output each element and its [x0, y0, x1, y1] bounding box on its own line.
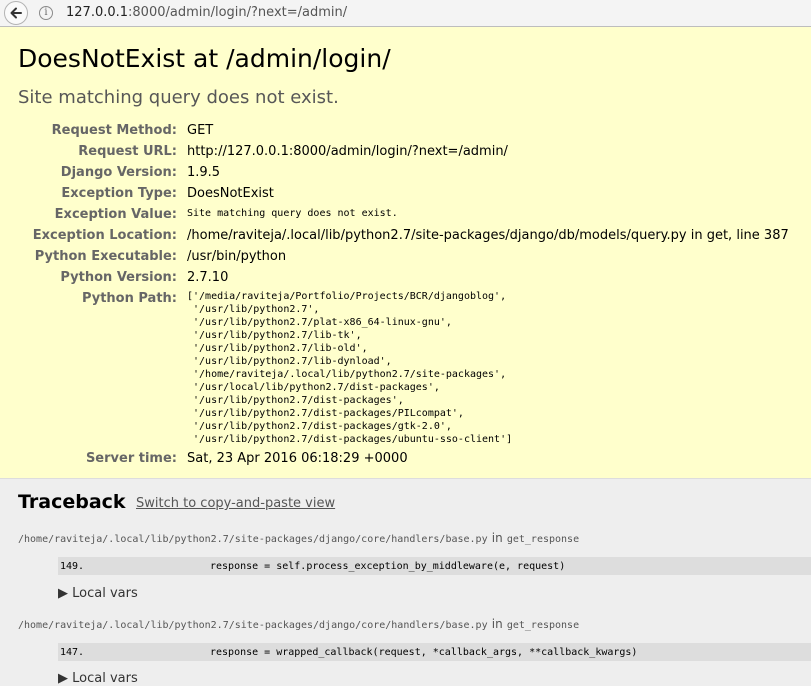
- meta-label: Python Executable:: [34, 249, 177, 264]
- line-number: 149.: [60, 561, 85, 572]
- error-summary: DoesNotExist at /admin/login/ Site match…: [0, 27, 811, 479]
- frame-function: get_response: [506, 534, 580, 545]
- python-path-list: ['/media/raviteja/Portfolio/Projects/BCR…: [187, 291, 513, 445]
- in-word: in: [491, 617, 503, 631]
- meta-label: Python Version:: [60, 270, 177, 285]
- meta-value: /home/raviteja/.local/lib/python2.7/site…: [187, 228, 789, 243]
- meta-value: GET: [187, 123, 214, 138]
- meta-label: Django Version:: [60, 165, 177, 180]
- frame-file-path: /home/raviteja/.local/lib/python2.7/site…: [18, 617, 579, 632]
- switch-to-copy-paste-link[interactable]: Switch to copy-and-paste view: [136, 496, 335, 511]
- local-vars-toggle[interactable]: ▶ Local vars: [58, 586, 138, 601]
- url-path: :8000/admin/login/?next=/admin/: [128, 5, 348, 20]
- back-arrow-icon: [10, 7, 22, 19]
- frame-function: get_response: [506, 620, 580, 631]
- meta-label: Exception Type:: [61, 186, 177, 201]
- site-info-icon[interactable]: i: [39, 6, 53, 20]
- meta-value: 1.9.5: [187, 165, 221, 180]
- meta-label: Exception Value:: [54, 207, 177, 222]
- frame-file: /home/raviteja/.local/lib/python2.7/site…: [18, 620, 488, 631]
- meta-label: Server time:: [85, 451, 177, 466]
- traceback-heading: Traceback: [18, 491, 126, 513]
- code-line: response = wrapped_callback(request, *ca…: [210, 647, 638, 658]
- meta-value: DoesNotExist: [187, 186, 274, 201]
- meta-value: Sat, 23 Apr 2016 06:18:29 +0000: [187, 451, 408, 466]
- meta-label: Request URL:: [78, 144, 177, 159]
- meta-value: Site matching query does not exist.: [187, 208, 398, 219]
- context-line[interactable]: 149. response = self.process_exception_b…: [58, 557, 811, 575]
- frame-file-path: /home/raviteja/.local/lib/python2.7/site…: [18, 531, 579, 546]
- context-line[interactable]: 147. response = wrapped_callback(request…: [58, 643, 811, 661]
- meta-label: Request Method:: [51, 123, 177, 138]
- address-bar[interactable]: 127.0.0.1:8000/admin/login/?next=/admin/: [66, 5, 347, 20]
- exception-message: Site matching query does not exist.: [18, 87, 339, 108]
- browser-toolbar: i 127.0.0.1:8000/admin/login/?next=/admi…: [0, 0, 811, 27]
- meta-label: Python Path:: [81, 291, 177, 306]
- local-vars-toggle[interactable]: ▶ Local vars: [58, 671, 138, 686]
- page-title: DoesNotExist at /admin/login/: [18, 44, 391, 73]
- in-word: in: [491, 531, 503, 545]
- code-line: response = self.process_exception_by_mid…: [210, 561, 566, 572]
- back-button[interactable]: [4, 1, 28, 25]
- meta-value: 2.7.10: [187, 270, 229, 285]
- meta-label: Exception Location:: [32, 228, 177, 243]
- meta-value: http://127.0.0.1:8000/admin/login/?next=…: [187, 144, 508, 159]
- frame-file: /home/raviteja/.local/lib/python2.7/site…: [18, 534, 488, 545]
- meta-value: /usr/bin/python: [187, 249, 287, 264]
- line-number: 147.: [60, 647, 85, 658]
- url-host: 127.0.0.1: [66, 5, 129, 20]
